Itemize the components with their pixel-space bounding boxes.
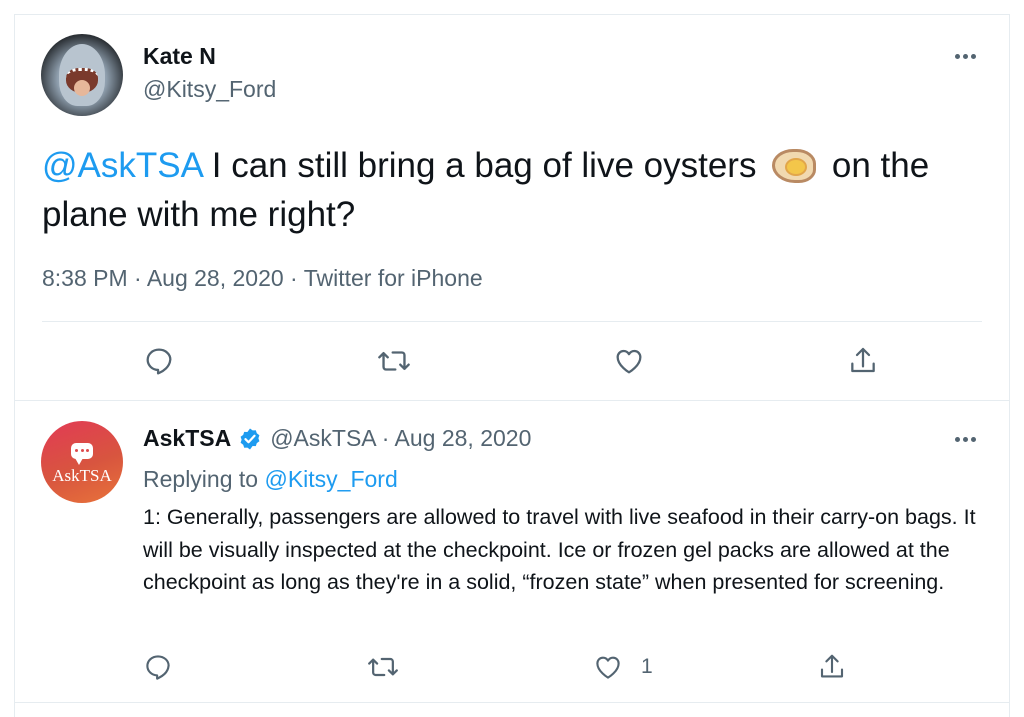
divider: [42, 321, 982, 322]
tweet-text-part: I can still bring a bag of live oysters: [202, 146, 767, 185]
like-count: 1: [641, 655, 653, 678]
divider: [14, 702, 1010, 703]
more-options-icon[interactable]: [950, 49, 980, 63]
chat-bubble-icon: [71, 443, 93, 465]
like-icon: [596, 656, 620, 679]
replying-to: Replying to @Kitsy_Ford: [143, 466, 398, 493]
share-icon: [851, 347, 875, 373]
tweet-meta[interactable]: 8:38 PM · Aug 28, 2020 · Twitter for iPh…: [42, 265, 483, 292]
author-handle[interactable]: @Kitsy_Ford: [143, 76, 276, 103]
avatar-label: AskTSA: [52, 466, 112, 485]
replying-to-link[interactable]: @Kitsy_Ford: [264, 466, 397, 492]
avatar[interactable]: [41, 34, 123, 116]
retweet-button[interactable]: [377, 345, 411, 377]
retweet-icon: [378, 351, 410, 371]
reply-meta[interactable]: @AskTSA · Aug 28, 2020: [270, 425, 531, 452]
reply-button[interactable]: [143, 345, 175, 377]
like-button[interactable]: [613, 345, 645, 377]
like-icon: [616, 349, 642, 374]
avatar-face: [74, 80, 90, 96]
reply-icon: [146, 348, 172, 375]
reply-header: AskTSA @AskTSA · Aug 28, 2020: [143, 425, 531, 452]
retweet-button[interactable]: [367, 652, 399, 682]
share-icon: [820, 654, 844, 678]
replying-prefix: Replying to: [143, 466, 265, 492]
reply-button[interactable]: [143, 652, 173, 682]
like-button[interactable]: 1: [593, 652, 653, 682]
verified-badge-icon: [240, 428, 260, 449]
author-name[interactable]: Kate N: [143, 43, 216, 70]
more-options-icon[interactable]: [950, 432, 980, 446]
share-button[interactable]: [817, 652, 847, 682]
share-button[interactable]: [847, 345, 879, 377]
retweet-icon: [368, 657, 398, 677]
divider: [14, 400, 1010, 401]
author-name[interactable]: AskTSA: [143, 425, 231, 452]
mention-link[interactable]: @AskTSA: [42, 146, 202, 185]
reply-text: 1: Generally, passengers are allowed to …: [143, 505, 976, 594]
avatar[interactable]: AskTSA: [41, 421, 123, 503]
reply-icon: [146, 655, 170, 680]
oyster-emoji-icon: [772, 149, 817, 183]
tweet-text: @AskTSA I can still bring a bag of live …: [42, 141, 962, 239]
